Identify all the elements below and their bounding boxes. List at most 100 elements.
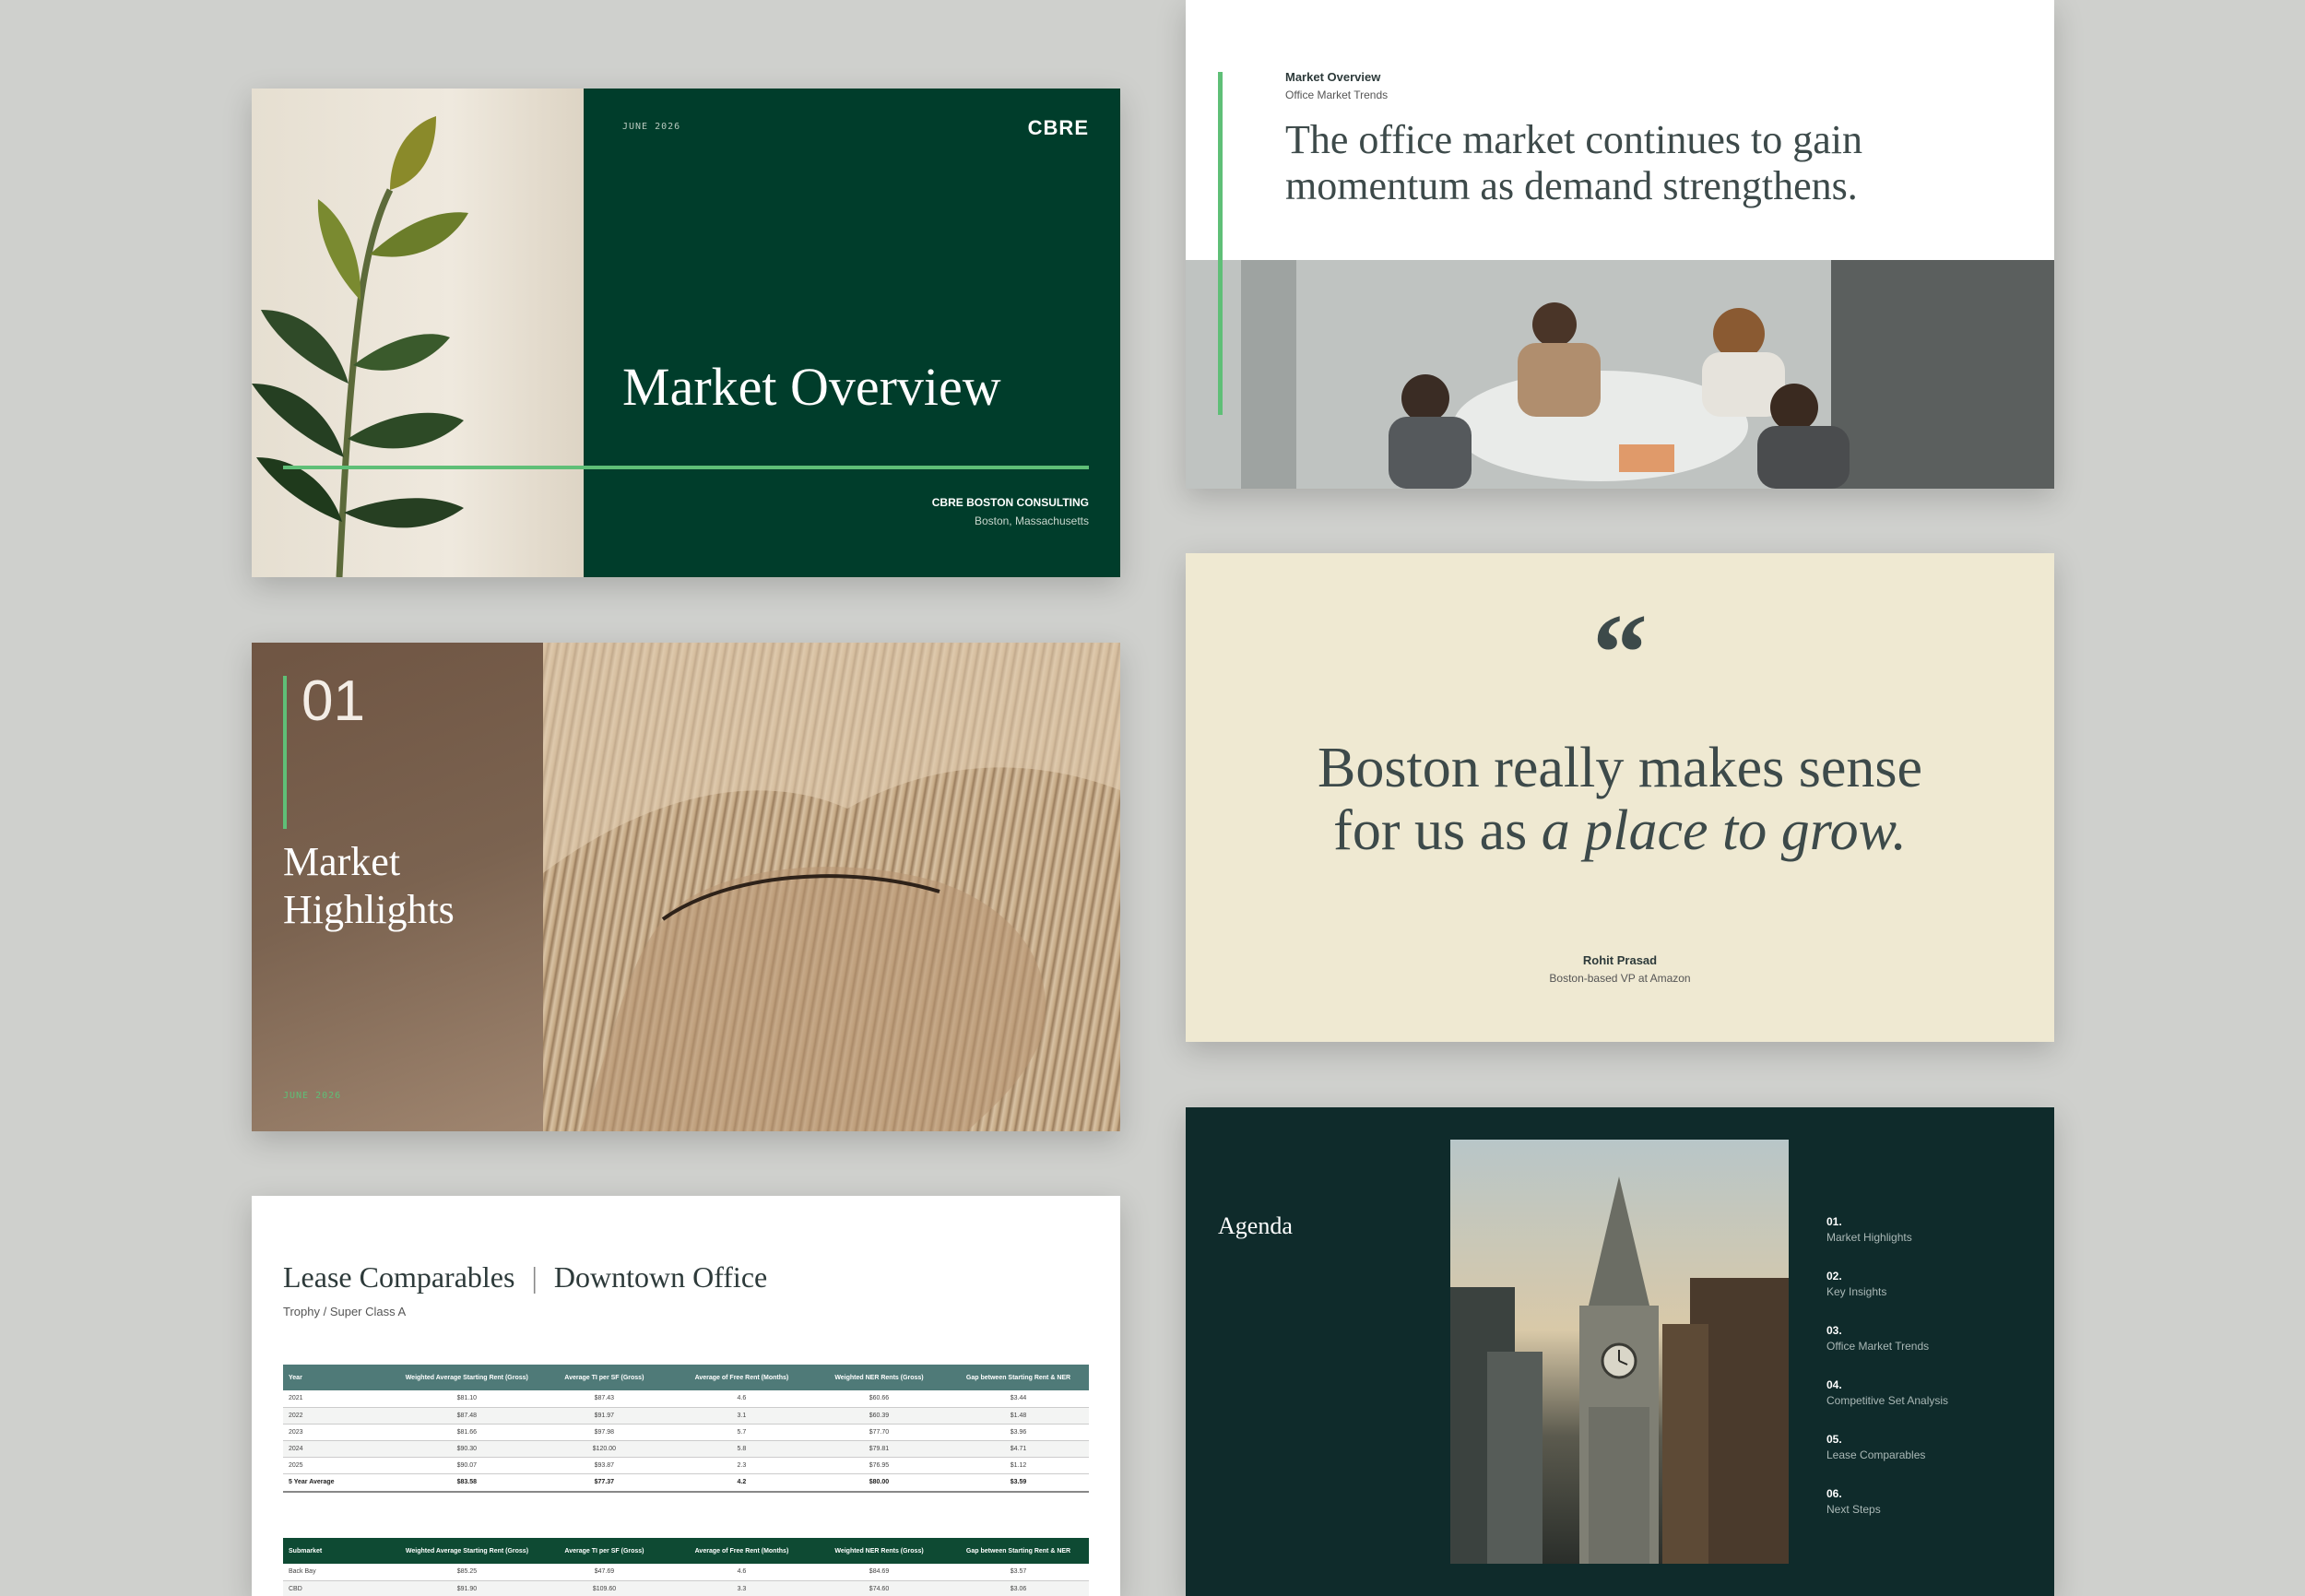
- table-cell: $3.06: [1010, 1585, 1027, 1592]
- agenda-item-number: 06.: [1826, 1487, 1842, 1500]
- agenda-item-label: Key Insights: [1826, 1285, 1887, 1298]
- table-header-row: Submarket Weighted Average Starting Rent…: [283, 1538, 1089, 1564]
- table-header-cell: Weighted Average Starting Rent (Gross): [405, 1547, 529, 1555]
- table-cell: $91.97: [594, 1412, 615, 1419]
- agenda-item[interactable]: 05. Lease Comparables: [1826, 1433, 2029, 1487]
- office-trends-slide[interactable]: Market Overview Office Market Trends The…: [1186, 0, 2054, 489]
- table-cell: $4.71: [1010, 1445, 1027, 1452]
- office-section: Market Overview: [1285, 70, 1381, 84]
- table-cell: 2.3: [737, 1461, 747, 1469]
- table-cell: 2021: [289, 1395, 303, 1402]
- quote-line-2-plain: for us as: [1333, 799, 1542, 862]
- quote-line-1: Boston really makes sense: [1317, 737, 1923, 799]
- table-cell: $74.60: [869, 1585, 890, 1592]
- table-header-cell: Gap between Starting Rent & NER: [965, 1547, 1071, 1555]
- lease-title-right: Downtown Office: [553, 1260, 768, 1294]
- table-row: 2025 $90.07 $93.87 2.3 $76.95 $1.12: [283, 1457, 1089, 1473]
- agenda-item-number: 02.: [1826, 1270, 1842, 1283]
- agenda-item-label: Market Highlights: [1826, 1231, 1912, 1244]
- table-cell: $77.70: [869, 1428, 890, 1436]
- agenda-item-label: Lease Comparables: [1826, 1448, 1926, 1461]
- agenda-list: 01. Market Highlights 02. Key Insights 0…: [1826, 1215, 2029, 1542]
- table-header-cell: Weighted Average Starting Rent (Gross): [405, 1374, 528, 1381]
- table-row: 2022 $87.48 $91.97 3.1 $60.39 $1.48: [283, 1407, 1089, 1424]
- table-header-cell: Gap between Starting Rent & NER: [965, 1374, 1071, 1381]
- table-row: CBD $91.90 $109.60 3.3 $74.60 $3.06: [283, 1580, 1089, 1596]
- table-cell: $85.25: [456, 1568, 478, 1576]
- table-cell: $3.44: [1010, 1395, 1027, 1402]
- lease-title: Lease Comparables | Downtown Office: [283, 1260, 767, 1295]
- cover-date: JUNE 2026: [622, 122, 681, 132]
- table-cell: $84.69: [869, 1568, 890, 1576]
- table-cell: $90.30: [456, 1445, 477, 1452]
- wood-ceiling-photo: [543, 643, 1120, 1131]
- quote-line-2: for us as a place to grow.: [1186, 798, 2054, 864]
- table-header-cell: Average of Free Rent (Months): [694, 1547, 789, 1555]
- office-headline-2: momentum as demand strengthens.: [1285, 163, 1858, 208]
- table-header-cell: Weighted NER Rents (Gross): [834, 1547, 924, 1555]
- table-cell: 2024: [289, 1445, 303, 1452]
- lease-subtitle: Trophy / Super Class A: [283, 1305, 407, 1318]
- table-header-cell: Weighted NER Rents (Gross): [834, 1374, 924, 1381]
- quote-author: Rohit Prasad: [1582, 953, 1658, 967]
- table-cell: $81.10: [456, 1395, 477, 1402]
- table-cell: 4.6: [737, 1395, 747, 1402]
- clock-tower-photo: [1450, 1140, 1789, 1564]
- table-cell: 2025: [289, 1461, 303, 1469]
- agenda-slide[interactable]: Agenda 01. Market Highlights 02. Key Ins…: [1186, 1107, 2054, 1596]
- highlights-slide[interactable]: 01 Market Highlights JUNE 2026: [252, 643, 1120, 1131]
- table-total-row: 5 Year Average $83.58 $77.37 4.2 $80.00 …: [283, 1473, 1089, 1492]
- office-subsection: Office Market Trends: [1285, 89, 1389, 101]
- table-cell: $60.39: [869, 1412, 890, 1419]
- quote-line-2-italic: a place to grow.: [1541, 799, 1907, 862]
- office-accent-bar: [1218, 72, 1223, 415]
- table-row: 2021 $81.10 $87.43 4.6 $60.66 $3.44: [283, 1390, 1089, 1407]
- table-cell: $76.95: [869, 1461, 890, 1469]
- cover-firm: CBRE BOSTON CONSULTING: [931, 496, 1089, 509]
- agenda-item-number: 04.: [1826, 1378, 1842, 1391]
- table-cell: $120.00: [592, 1445, 616, 1452]
- agenda-item[interactable]: 06. Next Steps: [1826, 1487, 2029, 1542]
- agenda-item[interactable]: 03. Office Market Trends: [1826, 1324, 2029, 1378]
- table-cell: $47.69: [594, 1568, 615, 1576]
- agenda-item[interactable]: 01. Market Highlights: [1826, 1215, 2029, 1270]
- wood-sculpture-illustration: [543, 643, 1120, 1131]
- table-header-cell: Average TI per SF (Gross): [564, 1374, 644, 1381]
- table-cell: $3.57: [1010, 1568, 1027, 1576]
- table-cell: 5 Year Average: [289, 1479, 335, 1486]
- table-cell: Back Bay: [289, 1568, 316, 1576]
- table-cell: 3.1: [737, 1412, 747, 1419]
- lease-table-2: Submarket Weighted Average Starting Rent…: [283, 1538, 1089, 1596]
- quote-author-title: Boston-based VP at Amazon: [1549, 972, 1691, 985]
- agenda-item[interactable]: 02. Key Insights: [1826, 1270, 2029, 1324]
- table-cell: $93.87: [594, 1461, 615, 1469]
- table-header-cell: Submarket: [289, 1547, 323, 1555]
- agenda-item-number: 05.: [1826, 1433, 1842, 1446]
- quote-slide[interactable]: “ Boston really makes sense for us as a …: [1186, 553, 2054, 1042]
- lease-title-main: Lease Comparables: [283, 1260, 515, 1294]
- lease-title-divider: |: [531, 1260, 538, 1294]
- table-cell: 3.3: [737, 1585, 747, 1592]
- cover-title: Market Overview: [622, 357, 1001, 417]
- clock-tower-illustration: [1450, 1176, 1789, 1564]
- agenda-item-label: Competitive Set Analysis: [1826, 1394, 1949, 1407]
- meeting-photo: [1186, 260, 2054, 489]
- quote-mark-icon: “: [1592, 591, 1648, 714]
- cover-panel: JUNE 2026 CBRE Market Overview CBRE BOST…: [584, 89, 1120, 577]
- agenda-item[interactable]: 04. Competitive Set Analysis: [1826, 1378, 2029, 1433]
- cover-location: Boston, Massachusetts: [974, 514, 1089, 527]
- highlights-title-2: Highlights: [283, 887, 455, 932]
- highlights-title-1: Market: [283, 839, 401, 884]
- table-cell: $3.59: [1010, 1479, 1027, 1486]
- table-cell: 5.8: [737, 1445, 747, 1452]
- table-cell: $83.58: [456, 1479, 477, 1486]
- table-header-cell: Year: [289, 1374, 302, 1381]
- table-cell: $77.37: [594, 1479, 615, 1486]
- highlights-date: JUNE 2026: [283, 1091, 342, 1101]
- cover-slide[interactable]: JUNE 2026 CBRE Market Overview CBRE BOST…: [252, 89, 1120, 577]
- table-cell: $1.48: [1010, 1412, 1027, 1419]
- agenda-item-number: 03.: [1826, 1324, 1842, 1337]
- table-cell: $60.66: [869, 1395, 890, 1402]
- table-cell: $79.81: [869, 1445, 890, 1452]
- lease-slide[interactable]: Lease Comparables | Downtown Office Trop…: [252, 1196, 1120, 1596]
